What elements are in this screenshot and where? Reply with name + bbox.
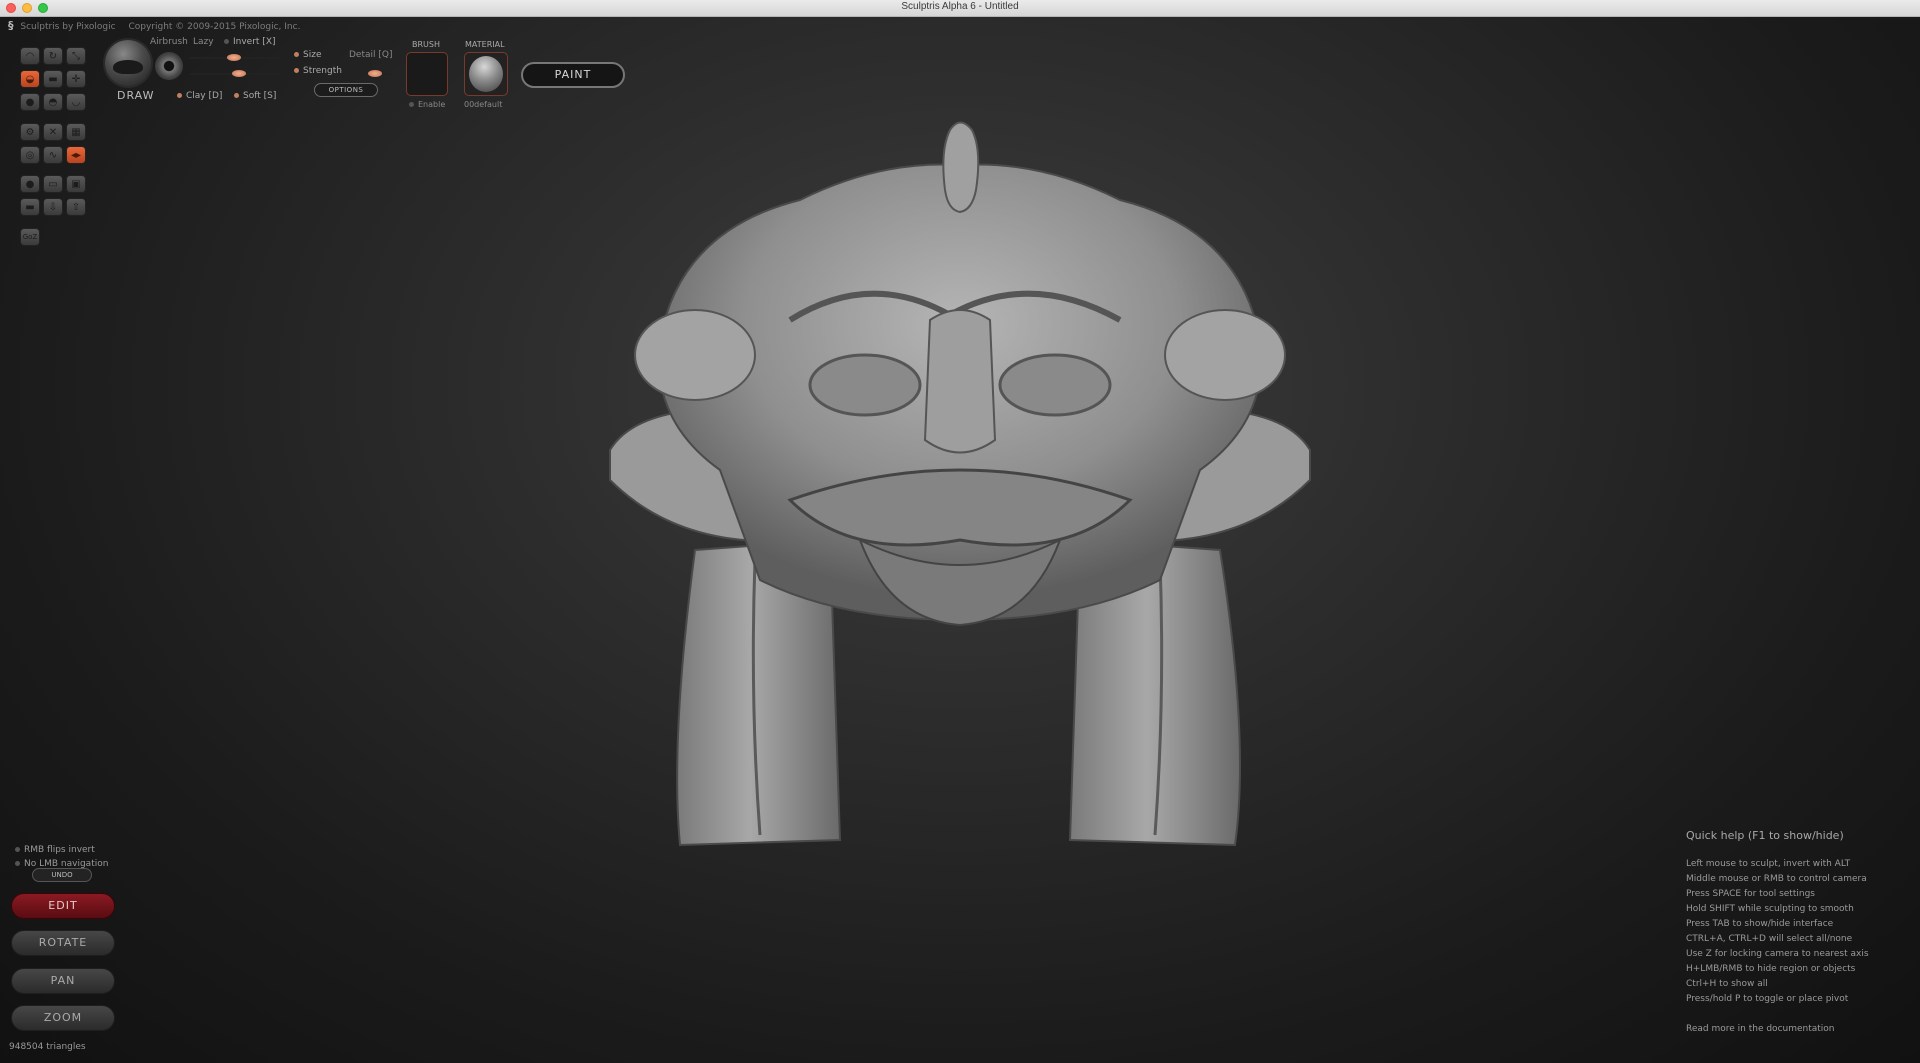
save-icon[interactable]: ▣ — [66, 175, 86, 193]
sculpt-model[interactable] — [600, 120, 1320, 860]
wire-icon[interactable]: ∿ — [43, 146, 63, 164]
quick-help-line: Hold SHIFT while sculpting to smooth — [1686, 904, 1854, 914]
soft-label: Soft [S] — [243, 91, 277, 101]
scale-icon[interactable]: ⤡ — [66, 47, 86, 65]
brush-preview-sphere[interactable] — [105, 40, 151, 86]
mask-icon[interactable]: ◎ — [20, 146, 40, 164]
quick-help-line: Press/hold P to toggle or place pivot — [1686, 994, 1849, 1004]
sculptris-logo-icon: § — [8, 19, 14, 32]
strength-label: Strength — [303, 66, 342, 76]
crease-icon[interactable]: ◠ — [20, 47, 40, 65]
material-sphere-icon — [469, 56, 503, 92]
quick-help-line: Left mouse to sculpt, invert with ALT — [1686, 859, 1851, 869]
strength-option[interactable]: Strength — [294, 66, 342, 76]
detail-slider-knob[interactable] — [368, 70, 382, 77]
material-slot[interactable] — [464, 52, 508, 96]
size-slider-knob[interactable] — [227, 54, 241, 61]
brush-enable-toggle[interactable]: Enable — [409, 100, 445, 109]
size-indicator-icon — [294, 52, 299, 57]
sphere-icon[interactable]: ● — [20, 175, 40, 193]
top-figure — [942, 121, 980, 214]
size-option[interactable]: Size — [294, 50, 321, 60]
right-eye — [998, 353, 1112, 417]
brush-alpha-slot[interactable] — [406, 52, 448, 96]
reduce-selected-icon[interactable]: ✕ — [43, 123, 63, 141]
size-label: Size — [303, 50, 322, 60]
material-section-label: MATERIAL — [465, 40, 505, 49]
quick-help-line: Press TAB to show/hide interface — [1686, 919, 1834, 929]
strength-slider-knob[interactable] — [232, 70, 246, 77]
quick-help-line: Ctrl+H to show all — [1686, 979, 1768, 989]
edit-button[interactable]: EDIT — [11, 893, 115, 919]
invert-indicator-icon — [224, 39, 229, 44]
quick-help-line: CTRL+A, CTRL+D will select all/none — [1686, 934, 1853, 944]
clay-indicator-icon — [177, 93, 182, 98]
clay-option[interactable]: Clay [D] — [177, 91, 222, 101]
left-eye — [808, 353, 922, 417]
paint-mode-button[interactable]: PAINT — [521, 62, 625, 88]
soft-option[interactable]: Soft [S] — [234, 91, 276, 101]
enable-indicator-icon — [409, 102, 414, 107]
rmb-flips-invert-label: RMB flips invert — [24, 845, 95, 855]
detail-label[interactable]: Detail [Q] — [349, 50, 392, 60]
stroke-preview-icon[interactable] — [155, 52, 183, 80]
rmb-flips-invert-option[interactable]: RMB flips invert — [15, 845, 95, 855]
invert-toggle[interactable]: Invert [X] — [224, 37, 276, 47]
export-icon[interactable]: ⇩ — [43, 198, 63, 216]
pinch-icon[interactable]: ✛ — [66, 70, 86, 88]
grab-icon[interactable]: ◓ — [43, 93, 63, 111]
airbrush-label[interactable]: Airbrush — [150, 37, 188, 47]
tool-name: DRAW — [117, 89, 155, 102]
quick-help-line: Press SPACE for tool settings — [1686, 889, 1815, 899]
options-button[interactable]: OPTIONS — [314, 83, 378, 97]
lazy-label[interactable]: Lazy — [193, 37, 214, 47]
soft-indicator-icon — [234, 93, 239, 98]
rotate-icon[interactable]: ↻ — [43, 47, 63, 65]
draw-icon[interactable]: ◒ — [20, 70, 40, 88]
no-lmb-indicator-icon — [15, 861, 20, 866]
app-name: Sculptris by Pixologic — [20, 22, 116, 32]
copyright-text: Copyright © 2009-2015 Pixologic, Inc. — [128, 22, 301, 32]
quick-help-line: H+LMB/RMB to hide region or objects — [1686, 964, 1856, 974]
strength-indicator-icon — [294, 68, 299, 73]
import-icon[interactable]: ⇧ — [66, 198, 86, 216]
undo-button[interactable]: UNDO — [32, 868, 92, 882]
invert-label: Invert [X] — [233, 37, 276, 47]
reduce-brush-icon[interactable]: ⚙ — [20, 123, 40, 141]
zoom-button[interactable]: ZOOM — [11, 1005, 115, 1031]
title-bar: Sculptris Alpha 6 - Untitled — [0, 0, 1920, 17]
enable-label: Enable — [418, 100, 446, 109]
subdivide-icon[interactable]: ▦ — [66, 123, 86, 141]
pan-button[interactable]: PAN — [11, 968, 115, 994]
symmetry-icon[interactable]: ◂▸ — [66, 146, 86, 164]
rotate-button[interactable]: ROTATE — [11, 930, 115, 956]
flatten-icon[interactable]: ▬ — [43, 70, 63, 88]
window-title: Sculptris Alpha 6 - Untitled — [901, 1, 1019, 12]
goz-icon[interactable]: GoZ — [20, 228, 40, 246]
open-icon[interactable]: ▬ — [20, 198, 40, 216]
triangle-count: 948504 triangles — [9, 1042, 86, 1052]
quick-help-line: Middle mouse or RMB to control camera — [1686, 874, 1867, 884]
quick-help-line: Use Z for locking camera to nearest axis — [1686, 949, 1869, 959]
header-bar: § Sculptris by Pixologic Copyright © 200… — [8, 19, 300, 32]
brush-section-label: BRUSH — [412, 40, 440, 49]
rmb-flip-indicator-icon — [15, 847, 20, 852]
plane-icon[interactable]: ▭ — [43, 175, 63, 193]
smooth-icon[interactable]: ◡ — [66, 93, 86, 111]
inflate-icon[interactable]: ● — [20, 93, 40, 111]
material-name: 00default — [464, 100, 503, 109]
clay-label: Clay [D] — [186, 91, 223, 101]
documentation-link[interactable]: Read more in the documentation — [1686, 1024, 1835, 1034]
quick-help-title: Quick help (F1 to show/hide) — [1686, 829, 1844, 842]
